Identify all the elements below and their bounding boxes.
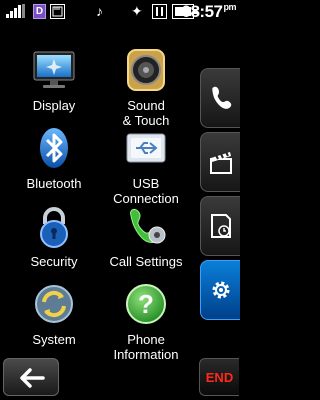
settings-label: System [5, 332, 103, 347]
media-card-icon [50, 4, 65, 19]
tab-organizer[interactable] [200, 196, 240, 256]
clock: 08:57pm [181, 2, 237, 22]
monitor-icon [33, 51, 75, 88]
svg-text:?: ? [138, 289, 154, 319]
settings-label-1: System [32, 332, 76, 347]
settings-item-sound-touch[interactable]: Sound & Touch [97, 48, 195, 128]
settings-label: Phone Information [97, 332, 195, 362]
settings-item-usb-connection[interactable]: USB Connection [97, 126, 195, 206]
speaker-icon [127, 49, 165, 91]
settings-item-system[interactable]: System [5, 282, 103, 347]
settings-label: Call Settings [97, 254, 195, 269]
tab-phone[interactable] [200, 68, 240, 128]
document-clock-icon [211, 214, 231, 238]
settings-item-phone-information[interactable]: ? Phone Information [97, 282, 195, 362]
settings-label: Security [5, 254, 103, 269]
phone-icon [212, 86, 232, 109]
settings-item-display[interactable]: Display [5, 48, 103, 113]
settings-label: USB Connection [97, 176, 195, 206]
status-bar: D ♪ ✦ 08:57pm [0, 0, 240, 24]
tab-media[interactable] [200, 132, 240, 192]
settings-label: Display [5, 98, 103, 113]
end-button[interactable]: END [199, 358, 239, 396]
settings-item-bluetooth[interactable]: Bluetooth [5, 126, 103, 191]
vibrate-icon [152, 4, 167, 19]
padlock-icon [40, 207, 68, 248]
usb-icon [126, 133, 166, 163]
bluetooth-icon [40, 128, 68, 168]
settings-label-1: Sound [127, 98, 165, 113]
status-d-icon: D [33, 4, 46, 19]
back-button[interactable] [3, 358, 59, 396]
settings-label-1: Display [32, 98, 76, 113]
help-icon: ? [126, 284, 166, 324]
settings-label-1: Security [30, 254, 78, 269]
tab-settings[interactable] [200, 260, 240, 320]
settings-label: Bluetooth [5, 176, 103, 191]
settings-label: Sound & Touch [97, 98, 195, 128]
music-note-icon: ♪ [96, 3, 103, 19]
gear-icon [212, 281, 230, 299]
gps-target-icon: ✦ [131, 3, 143, 19]
settings-label-2: Information [113, 347, 179, 362]
settings-label-1: Bluetooth [26, 176, 82, 191]
signal-strength-icon [6, 4, 26, 19]
clock-time: 08:57 [181, 2, 223, 21]
settings-label-1: Phone [127, 332, 165, 347]
settings-label-1: Call Settings [109, 254, 183, 269]
back-arrow-icon [20, 368, 45, 388]
settings-label-1: USB [132, 176, 160, 191]
clock-suffix: pm [223, 2, 237, 12]
clapperboard-icon [210, 151, 232, 174]
settings-item-call-settings[interactable]: Call Settings [97, 204, 195, 269]
phone-gear-icon [130, 209, 166, 244]
sync-arrows-icon [35, 285, 73, 323]
settings-item-security[interactable]: Security [5, 204, 103, 269]
